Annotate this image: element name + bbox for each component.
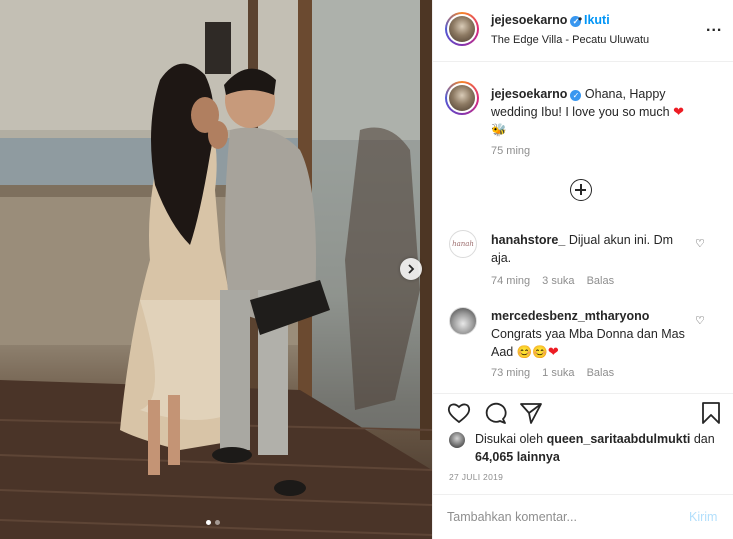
likes-conjunction: dan: [693, 432, 715, 446]
comment-timestamp[interactable]: 73 ming: [491, 367, 530, 379]
likes-prefix: Disukai oleh: [475, 432, 544, 446]
header-username[interactable]: jejesoekarno ✓: [491, 13, 582, 27]
chevron-right-icon: [408, 264, 415, 274]
carousel-dot-active: [206, 520, 211, 525]
comment-username[interactable]: hanahstore_: [491, 233, 565, 247]
carousel-next-button[interactable]: [400, 258, 422, 280]
likes-count[interactable]: 64,065 lainnya: [475, 450, 560, 464]
comment-likes[interactable]: 3 suka: [542, 275, 574, 287]
comment-avatar[interactable]: hanah: [449, 230, 477, 258]
caption-timestamp[interactable]: 75 ming: [491, 145, 530, 157]
comment-meta: 73 ming 1 suka Balas: [491, 367, 614, 379]
post-comment-button[interactable]: Kirim: [689, 510, 717, 524]
caption-text: jejesoekarno ✓ Ohana, Happy wedding Ibu! …: [491, 85, 706, 139]
share-icon[interactable]: [519, 402, 543, 424]
follow-separator: •: [578, 12, 583, 26]
reply-button[interactable]: Balas: [587, 367, 615, 379]
post-date[interactable]: 27 JULI 2019: [449, 472, 503, 482]
like-comment-icon[interactable]: ♡: [695, 237, 705, 250]
reply-button[interactable]: Balas: [587, 275, 615, 287]
carousel-indicator: [206, 520, 220, 525]
more-icon[interactable]: ...: [706, 18, 722, 36]
header-username-text: jejesoekarno: [491, 13, 568, 27]
instagram-post: jejesoekarno ✓ • Ikuti The Edge Villa - P…: [0, 0, 733, 539]
add-comment-bar: Kirim: [433, 494, 733, 539]
comment-likes[interactable]: 1 suka: [542, 367, 574, 379]
heart-icon[interactable]: [447, 402, 471, 424]
like-comment-icon[interactable]: ♡: [695, 314, 705, 327]
red-heart-emoji: ❤: [673, 104, 684, 119]
load-more-comments-button[interactable]: [570, 179, 592, 201]
comment-input[interactable]: [447, 508, 667, 526]
avatar[interactable]: [445, 12, 479, 46]
comment-timestamp[interactable]: 74 ming: [491, 275, 530, 287]
verified-icon: ✓: [570, 90, 582, 101]
comments-section[interactable]: jejesoekarno ✓ Ohana, Happy wedding Ibu! …: [433, 63, 733, 393]
location-link[interactable]: The Edge Villa - Pecatu Uluwatu: [491, 34, 649, 46]
avatar-logo-text: hanah: [452, 240, 474, 248]
follow-button[interactable]: Ikuti: [584, 13, 610, 27]
comment-username[interactable]: mercedesbenz_mtharyono: [491, 309, 649, 323]
red-heart-emoji: ❤: [547, 344, 559, 359]
comment-avatar[interactable]: [449, 307, 477, 335]
caption-avatar[interactable]: [445, 81, 479, 115]
photo-scene: [0, 0, 432, 539]
comment-icon[interactable]: [483, 402, 507, 424]
carousel-dot: [215, 520, 220, 525]
bee-emoji: 🐝: [491, 123, 507, 137]
post-photo[interactable]: [0, 0, 432, 539]
bookmark-icon[interactable]: [701, 402, 721, 424]
smile-emojis: 😊😊: [516, 345, 548, 359]
action-bar: [433, 393, 733, 433]
caption-username[interactable]: jejesoekarno: [491, 87, 567, 101]
comment-body: mercedesbenz_mtharyono Congrats yaa Mba …: [491, 307, 691, 361]
post-side-panel: jejesoekarno ✓ • Ikuti The Edge Villa - P…: [432, 0, 733, 539]
comment-meta: 74 ming 3 suka Balas: [491, 275, 614, 287]
post-header: jejesoekarno ✓ • Ikuti The Edge Villa - P…: [433, 0, 733, 62]
liker-avatar[interactable]: [449, 432, 465, 448]
likes-text: Disukai oleh queen_saritaabdulmukti dan …: [475, 430, 733, 466]
comment-body: hanahstore_ Dijual akun ini. Dm aja.: [491, 231, 691, 267]
liker-username[interactable]: queen_saritaabdulmukti: [547, 432, 691, 446]
